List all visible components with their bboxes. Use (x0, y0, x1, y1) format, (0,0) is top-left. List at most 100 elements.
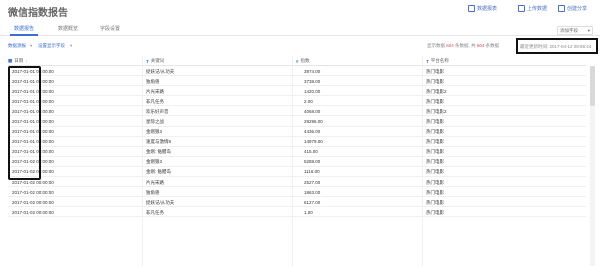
cell-platform: 热门电影 (426, 189, 444, 195)
active-tab-indicator (10, 34, 38, 36)
cell-keyword: 非凡任务 (146, 209, 164, 215)
upload-data-label: 上传数据 (527, 6, 548, 12)
cell-platform: 热门电影 (426, 139, 444, 145)
tab-bar: 数据报告 数据概览 字段设置 (0, 21, 600, 36)
table-row[interactable]: 2017-01-01 00:00:00 欢乐好声音 4068.00 热门电影2 (8, 106, 586, 117)
cell-keyword: 金刚狼3 (146, 129, 163, 135)
column-divider (142, 56, 143, 266)
table-body: 2017-01-01 00:00:00 捉妖记/从功夫 3974.00 热门电影 201… (8, 66, 586, 218)
table-row[interactable]: 2017-01-01 00:00:00 金刚: 骷髅岛 415.00 热门电影 (8, 147, 586, 157)
table-row[interactable]: 2017-01-02 00:00:00 片光宋路 2527.00 热门电影 (8, 177, 586, 188)
data-report-button[interactable]: 数据报表 (468, 5, 497, 12)
table-row[interactable]: 2017-01-01 00:00:00 速度与激情8 14979.00 热门电影 (8, 137, 586, 147)
cell-keyword: 片光宋路 (146, 88, 164, 94)
cell-platform: 热门电影2 (426, 88, 447, 94)
cell-date: 2017-01-02 00:00:00 (12, 199, 54, 205)
cell-date: 2017-01-02 00:00:00 (12, 209, 54, 215)
table-row[interactable]: 2017-01-02 00:00:00 独角兽 1863.00 热门电影 (8, 187, 586, 198)
column-header-date[interactable]: ▦ 日期 ↑ (8, 58, 28, 64)
cell-keyword: 金刚狼3 (146, 159, 163, 165)
cell-platform: 热门电影 (426, 118, 444, 124)
chevron-down-icon[interactable]: ▾ (30, 43, 32, 49)
cell-index: 4068.00 (304, 108, 321, 114)
cell-date: 2017-01-02 00:00:00 (12, 179, 54, 185)
cell-index: 5288.00 (304, 159, 321, 165)
column-header-index[interactable]: # 指数 (296, 58, 310, 64)
cell-platform: 热门电影 (426, 199, 444, 205)
table-row[interactable]: 2017-01-01 00:00:00 捉妖记/从功夫 3974.00 热门电影 (8, 66, 586, 77)
cell-platform: 热门电影 (426, 169, 444, 175)
stats-count-shown: 604 (446, 43, 454, 48)
column-header-keyword[interactable]: T 关键词 (146, 58, 164, 64)
calendar-icon: ▦ (8, 58, 13, 63)
table-header: ▦ 日期 ↑ T 关键词 # 指数 T 平台名称 (8, 56, 586, 66)
cell-platform: 热门电影 (426, 78, 444, 84)
text-icon: T (426, 58, 429, 64)
table-row[interactable]: 2017-01-02 00:00:00 非凡任务 1.00 热门电影 (8, 207, 586, 218)
column-header-platform[interactable]: T 平台名称 (426, 58, 449, 64)
share-icon (558, 5, 565, 12)
add-field-select[interactable]: 添加字段 ▾ (557, 26, 593, 35)
text-icon: T (146, 58, 149, 64)
cell-keyword: 金刚: 骷髅岛 (146, 169, 172, 175)
create-share-label: 创建分享 (567, 6, 588, 12)
cell-index: 29296.00 (304, 118, 323, 124)
cell-index: 1420.00 (304, 88, 321, 94)
cell-index: 14979.00 (304, 139, 323, 145)
page-title: 微信指数报告 (8, 8, 68, 19)
stats-prefix: 显示数据 (427, 43, 445, 48)
stats-count-total: 604 (476, 43, 485, 48)
table-toolbar: 数据源报 ▾ 设置显示字段 ▾ 显示数据 604 条数据, 共 604 条数据 (0, 38, 600, 54)
date-highlight-box (8, 66, 41, 180)
cell-keyword: 片光宋路 (146, 179, 164, 185)
tab-field-settings[interactable]: 字段设置 (100, 25, 120, 32)
cell-keyword: 捉妖记/从功夫 (146, 68, 175, 74)
table-row[interactable]: 2017-01-01 00:00:00 非凡任务 2.00 热门电影 (8, 96, 586, 107)
cell-index: 3974.00 (304, 68, 321, 74)
cell-date: 2017-01-02 00:00:00 (12, 189, 54, 195)
set-display-fields-link[interactable]: 设置显示字段 (38, 43, 65, 49)
cell-keyword: 捉妖记/从功夫 (146, 199, 175, 205)
column-divider (422, 56, 423, 266)
upload-data-button[interactable]: 上传数据 (518, 5, 547, 12)
cell-platform: 热门电影 (426, 159, 444, 165)
cell-keyword: 欢乐好声音 (146, 108, 169, 114)
table-row[interactable]: 2017-01-01 00:00:00 独角兽 3738.00 热门电影 (8, 76, 586, 87)
create-share-button[interactable]: 创建分享 (558, 5, 587, 12)
record-stats: 显示数据 604 条数据, 共 604 条数据 (427, 43, 499, 49)
tab-data-report[interactable]: 数据报告 (14, 25, 34, 32)
table-row[interactable]: 2017-01-01 00:00:00 金刚狼3 4436.00 热门电影 (8, 127, 586, 137)
cell-keyword: 独角兽 (146, 189, 160, 195)
data-table: ▦ 日期 ↑ T 关键词 # 指数 T 平台名称 2017-01-01 00:0… (8, 56, 586, 218)
app-header: 微信指数报告 数据报表 上传数据 创建分享 (0, 0, 600, 20)
last-updated-time: 最近更新时间: 2017-04-12 09:59:44 (516, 38, 598, 54)
data-report-label: 数据报表 (477, 6, 498, 12)
cell-keyword: 金刚: 骷髅岛 (146, 149, 172, 155)
table-row[interactable]: 2017-01-01 00:00:00 片光宋路 1420.00 热门电影2 (8, 86, 586, 97)
cell-keyword: 非凡任务 (146, 98, 164, 104)
cell-platform: 热门电影 (426, 129, 444, 135)
data-source-link[interactable]: 数据源报 (8, 43, 26, 49)
stats-suffix: 条数据 (485, 43, 500, 48)
cell-platform: 热门电影 (426, 68, 444, 74)
cell-platform: 热门电影 (426, 98, 444, 104)
cell-index: 1116.00 (304, 169, 320, 175)
scrollbar-thumb[interactable] (590, 66, 595, 106)
table-row[interactable]: 2017-01-02 00:00:00 金刚狼3 5288.00 热门电影 (8, 157, 586, 167)
cell-platform: 热门电影 (426, 149, 444, 155)
stats-mid: 条数据, 共 (455, 43, 476, 48)
cell-keyword: 独角兽 (146, 78, 160, 84)
cell-index: 6127.00 (304, 199, 321, 205)
column-label: 指数 (300, 58, 310, 63)
sort-icon[interactable]: ↑ (25, 59, 27, 64)
table-row[interactable]: 2017-01-02 00:00:00 捉妖记/从功夫 6127.00 热门电影 (8, 197, 586, 208)
chevron-down-icon[interactable]: ▾ (70, 43, 72, 49)
table-row[interactable]: 2017-01-02 00:00:00 金刚: 骷髅岛 1116.00 热门电影 (8, 167, 586, 178)
add-field-label: 添加字段 (560, 27, 578, 33)
tab-data-overview[interactable]: 数据概览 (58, 25, 78, 32)
table-row[interactable]: 2017-01-01 00:00:00 星际之战 29296.00 热门电影 (8, 116, 586, 127)
cell-index: 2.00 (304, 98, 313, 104)
cell-keyword: 速度与激情8 (146, 139, 172, 145)
cell-platform: 热门电影 (426, 209, 444, 215)
cell-platform: 热门电影2 (426, 108, 447, 114)
